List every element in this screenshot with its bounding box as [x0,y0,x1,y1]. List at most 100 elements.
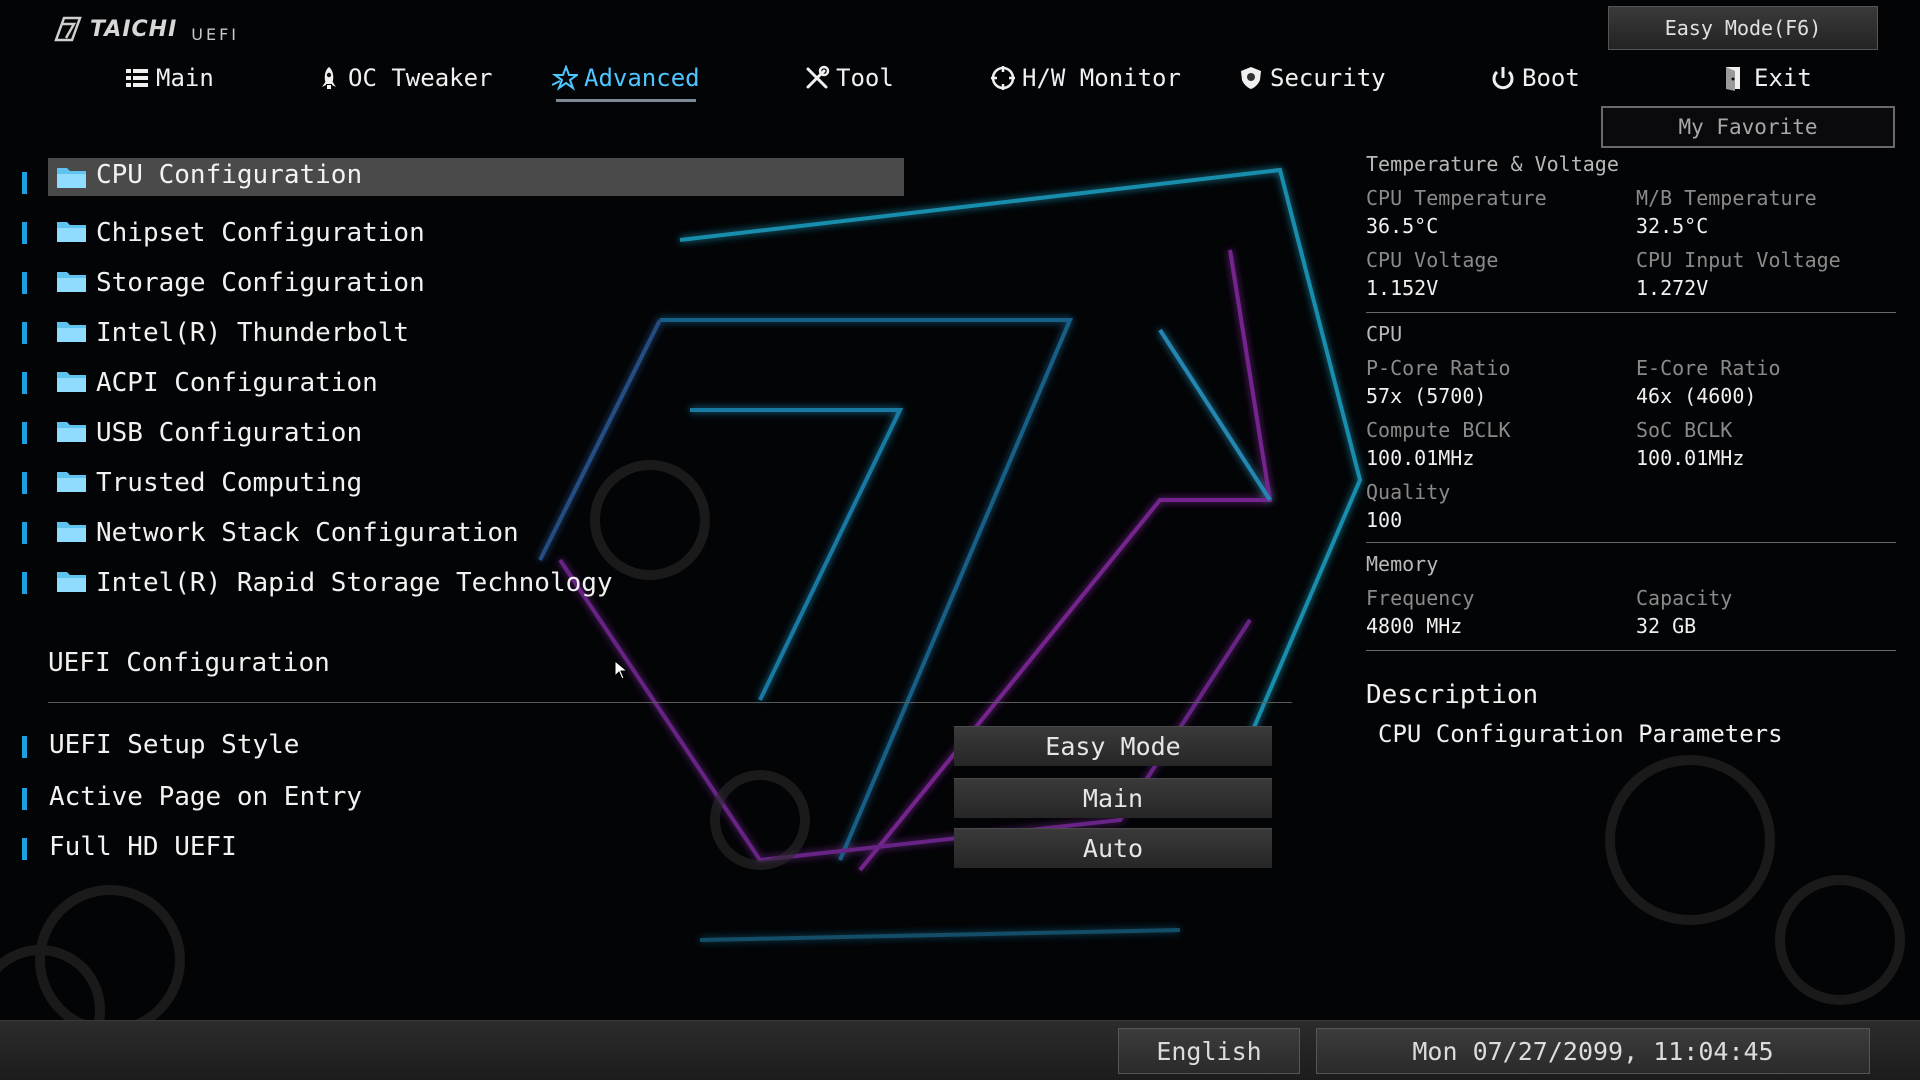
status-divider [1366,650,1896,651]
taichi-logo-icon [54,16,82,42]
cpu-input-voltage-label: CPU Input Voltage [1636,248,1841,272]
item-marker [22,322,27,344]
uefi-configuration-heading: UEFI Configuration [48,648,330,678]
power-icon [1492,67,1514,90]
frequency-label: Frequency [1366,586,1475,610]
pcore-ratio-label: P-Core Ratio [1366,356,1511,380]
tab-main-label: Main [156,64,214,92]
status-divider [1366,542,1896,543]
menu-item-network-stack-configuration[interactable]: Network Stack Configuration [0,508,910,558]
tab-hw-monitor-label: H/W Monitor [1022,64,1181,92]
quality-value: 100 [1366,508,1403,532]
tab-boot-label: Boot [1522,64,1580,92]
tab-security[interactable]: Security [1238,56,1386,100]
tab-oc-tweaker[interactable]: OC Tweaker [316,56,493,100]
full-hd-uefi-select[interactable]: Auto [954,828,1272,868]
menu-item-chipset-configuration[interactable]: Chipset Configuration [0,208,910,258]
menu-item-acpi-configuration[interactable]: ACPI Configuration [0,358,910,408]
folder-icon [57,572,86,592]
setting-label: UEFI Setup Style [49,730,300,760]
tab-hw-monitor[interactable]: H/W Monitor [990,56,1181,100]
tab-security-label: Security [1270,64,1386,92]
menu-item-label: CPU Configuration [96,160,363,190]
cpu-voltage-value: 1.152V [1366,276,1439,300]
date-time-display[interactable]: Mon 07/27/2099, 11:04:45 [1316,1028,1870,1074]
description-text: CPU Configuration Parameters [1378,720,1783,748]
compute-bclk-label: Compute BCLK [1366,418,1511,442]
tab-exit[interactable]: Exit [1722,56,1812,100]
star-icon [552,65,578,91]
brand-name: TAICHI [90,16,178,42]
capacity-value: 32 GB [1636,614,1697,638]
menu-item-label: ACPI Configuration [96,368,378,398]
tab-boot[interactable]: Boot [1490,56,1580,100]
soc-bclk-label: SoC BCLK [1636,418,1733,442]
active-page-on-entry-select[interactable]: Main [954,778,1272,818]
item-marker [22,422,27,444]
brand-logo-area: TAICHI UEFI [52,14,239,44]
menu-item-label: Chipset Configuration [96,218,425,248]
cpu-voltage-label: CPU Voltage [1366,248,1499,272]
tab-oc-tweaker-label: OC Tweaker [348,64,493,92]
list-icon [126,69,148,87]
menu-item-storage-configuration[interactable]: Storage Configuration [0,258,910,308]
section-divider [48,702,1292,703]
item-marker [22,372,27,394]
monitor-icon [991,66,1015,90]
item-marker [22,572,27,594]
tab-tool-label: Tool [836,64,894,92]
folder-icon [57,422,86,442]
tab-tool[interactable]: Tool [804,56,894,100]
my-favorite-button[interactable]: My Favorite [1601,106,1895,148]
folder-icon [57,222,86,242]
folder-icon [57,272,86,292]
mb-temp-label: M/B Temperature [1636,186,1817,210]
menu-item-usb-configuration[interactable]: USB Configuration [0,408,910,458]
language-button[interactable]: English [1118,1028,1300,1074]
soc-bclk-value: 100.01MHz [1636,446,1745,470]
rocket-icon [322,67,336,89]
tab-main[interactable]: Main [124,56,214,100]
folder-icon [57,522,86,542]
tab-advanced[interactable]: Advanced [552,56,700,102]
folder-icon [57,168,86,188]
setting-full-hd-uefi: Full HD UEFI Auto [0,828,1280,872]
item-marker [22,788,27,810]
memory-heading: Memory [1366,552,1439,576]
capacity-label: Capacity [1636,586,1733,610]
exit-icon [1726,67,1740,91]
uefi-setup-style-select[interactable]: Easy Mode [954,726,1272,766]
item-marker [22,172,27,194]
menu-item-label: Trusted Computing [96,468,363,498]
item-marker [22,838,27,860]
cpu-input-voltage-value: 1.272V [1636,276,1709,300]
menu-item-intel-rapid-storage[interactable]: Intel(R) Rapid Storage Technology [0,558,910,608]
item-marker [22,472,27,494]
mb-temp-value: 32.5°C [1636,214,1709,238]
status-divider [1366,312,1896,313]
setting-active-page-on-entry: Active Page on Entry Main [0,778,1280,822]
setting-uefi-setup-style: UEFI Setup Style Easy Mode [0,726,1280,770]
folder-icon [57,472,86,492]
menu-item-intel-thunderbolt[interactable]: Intel(R) Thunderbolt [0,308,910,358]
item-marker [22,736,27,758]
item-marker [22,222,27,244]
pcore-ratio-value: 57x (5700) [1366,384,1487,408]
brand-sub: UEFI [191,24,240,44]
folder-icon [57,322,86,342]
ecore-ratio-label: E-Core Ratio [1636,356,1781,380]
shield-icon [1241,67,1261,89]
menu-item-trusted-computing[interactable]: Trusted Computing [0,458,910,508]
item-marker [22,522,27,544]
easy-mode-button[interactable]: Easy Mode(F6) [1608,6,1878,50]
advanced-menu-list: CPU Configuration Chipset Configuration … [0,158,910,608]
cpu-temp-label: CPU Temperature [1366,186,1547,210]
menu-item-cpu-configuration[interactable]: CPU Configuration [0,158,910,208]
menu-item-label: Intel(R) Thunderbolt [96,318,410,348]
ecore-ratio-value: 46x (4600) [1636,384,1757,408]
setting-label: Full HD UEFI [49,832,237,862]
mouse-cursor-icon [614,660,628,680]
menu-item-label: Network Stack Configuration [96,518,519,548]
quality-label: Quality [1366,480,1451,504]
setting-label: Active Page on Entry [49,782,363,812]
